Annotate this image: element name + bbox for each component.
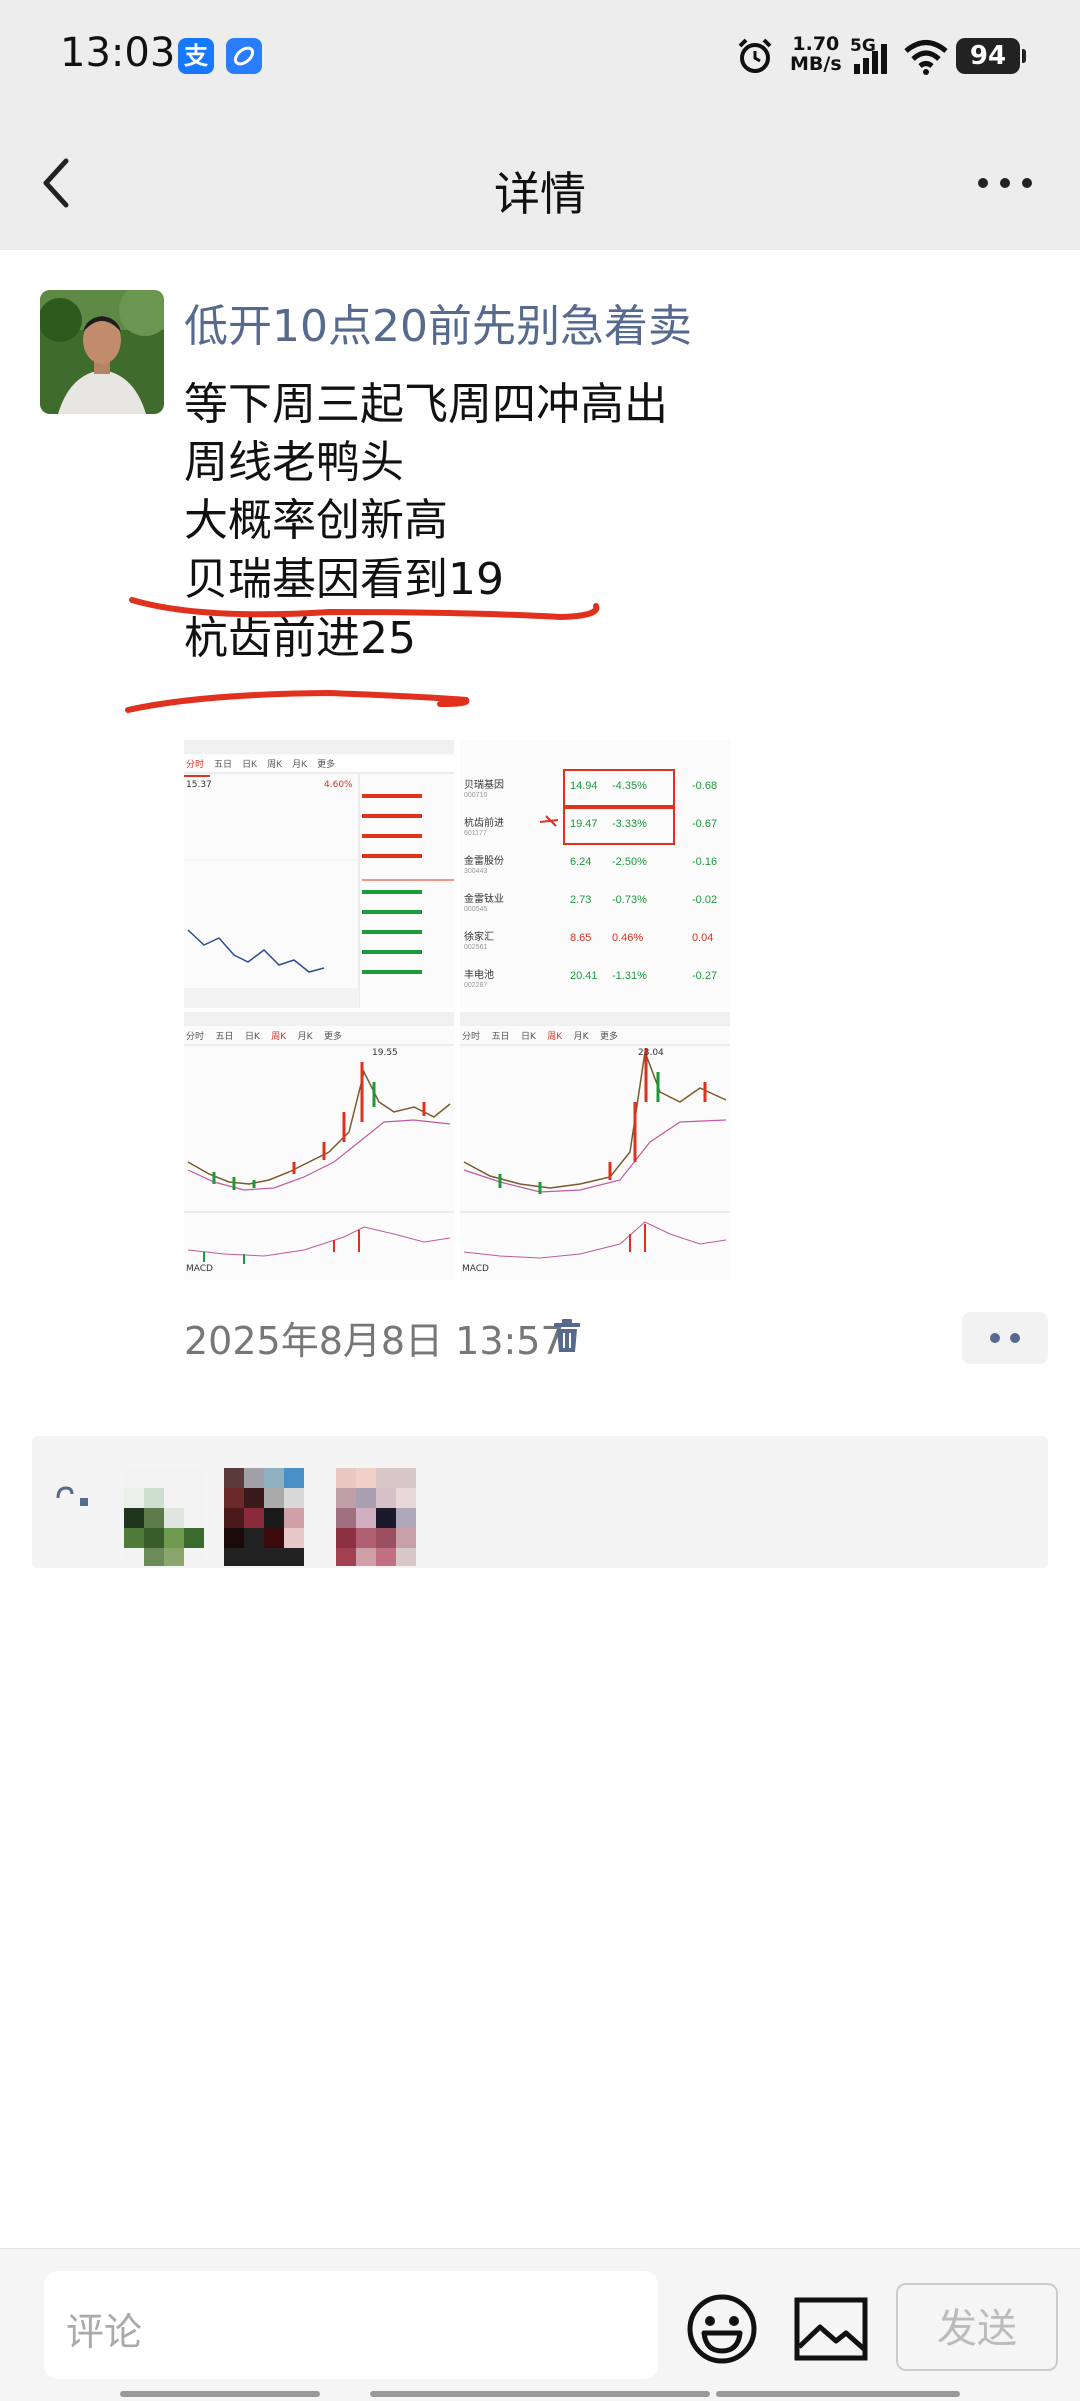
post-text-line: 大概率创新高 bbox=[184, 495, 448, 546]
stock-change: -2.50% bbox=[612, 856, 647, 868]
signal-icon bbox=[854, 44, 887, 74]
top-bar: 13:03 支 1.70 MB/s 5G 94 详情 bbox=[0, 0, 1080, 250]
chart-indicator: MACD bbox=[462, 1264, 489, 1274]
avatar[interactable] bbox=[40, 290, 164, 414]
stock-row: 金雷钛业 000545 2.73 -0.73% -0.02 bbox=[460, 888, 730, 924]
chart-indicator: MACD bbox=[186, 1264, 213, 1274]
stock-code: 000710 bbox=[464, 792, 488, 799]
chart-change: 4.60% bbox=[324, 780, 353, 790]
stock-price: 8.65 bbox=[570, 932, 592, 944]
post-timestamp: 2025年8月8日 13:57 bbox=[184, 1319, 565, 1363]
stock-price: 20.41 bbox=[570, 970, 598, 982]
chart-price: 15.37 bbox=[186, 780, 212, 790]
post-actions-button[interactable] bbox=[962, 1312, 1048, 1364]
post-text-line: 杭齿前进25 bbox=[184, 613, 416, 664]
liker-avatar[interactable] bbox=[124, 1468, 204, 1566]
liker-avatar[interactable] bbox=[336, 1468, 416, 1566]
stock-extra: -0.67 bbox=[692, 818, 718, 830]
stock-row: 徐家汇 002561 8.65 0.46% 0.04 bbox=[460, 926, 730, 962]
alipay-icon: 支 bbox=[178, 38, 214, 74]
stock-price: 19.47 bbox=[570, 818, 598, 830]
stock-change: -3.33% bbox=[612, 818, 647, 830]
stock-change: -4.35% bbox=[612, 780, 647, 792]
image-icon[interactable] bbox=[794, 2297, 868, 2361]
chart-tabs: 分时 五日 日K 周K 月K 更多 bbox=[186, 1032, 343, 1042]
stock-code: 000545 bbox=[464, 906, 488, 913]
chart-high: 19.55 bbox=[372, 1048, 398, 1058]
post-text-line: 周线老鸭头 bbox=[184, 437, 404, 488]
stock-name: 丰电池 bbox=[464, 970, 494, 981]
stock-name: 杭齿前进 bbox=[464, 818, 504, 829]
chart-tabs: 分时 五日 日K 周K 月K 更多 bbox=[186, 759, 336, 769]
post-photo[interactable]: 贝瑞基因 000710 14.94 -4.35% -0.68 杭齿前进 601177 19.4… bbox=[460, 740, 730, 1008]
post-photo[interactable]: 分时 五日 日K 周K 月K 更多 19.55 MACD bbox=[184, 1012, 454, 1280]
gesture-bar bbox=[120, 2391, 320, 2397]
stock-name: 金雷股份 bbox=[464, 856, 504, 867]
comment-bar: 评论 发送 bbox=[0, 2248, 1080, 2401]
comment-input[interactable]: 评论 bbox=[44, 2271, 658, 2379]
post-text-line: 贝瑞基因看到19 bbox=[184, 554, 504, 605]
more-options-icon[interactable] bbox=[975, 173, 1035, 193]
nav-header: 详情 bbox=[0, 115, 1080, 250]
gesture-bar bbox=[716, 2391, 960, 2397]
stock-change: 0.46% bbox=[612, 932, 644, 944]
send-button[interactable]: 发送 bbox=[896, 2283, 1058, 2371]
stock-price: 14.94 bbox=[570, 780, 598, 792]
stock-extra: -0.16 bbox=[692, 856, 718, 868]
stock-price: 6.24 bbox=[570, 856, 592, 868]
stock-extra: -0.02 bbox=[692, 894, 718, 906]
wifi-icon bbox=[904, 40, 948, 75]
status-bar: 13:03 支 1.70 MB/s 5G 94 bbox=[0, 0, 1080, 115]
stock-name: 贝瑞基因 bbox=[464, 780, 504, 791]
post-photo[interactable]: 分时 五日 日K 周K 月K 更多 15.37 4.60% bbox=[184, 740, 454, 1008]
stock-change: -1.31% bbox=[612, 970, 647, 982]
stock-price: 2.73 bbox=[570, 894, 592, 906]
stock-code: 002561 bbox=[464, 944, 488, 951]
battery-icon: 94 bbox=[956, 38, 1026, 74]
likes-panel bbox=[32, 1436, 1048, 1568]
trash-icon[interactable] bbox=[552, 1318, 582, 1354]
heart-icon bbox=[56, 1486, 88, 1506]
post-photos: 分时 五日 日K 周K 月K 更多 15.37 4.60% 贝瑞基因 000710… bbox=[184, 740, 730, 1280]
alarm-icon bbox=[738, 38, 772, 73]
app-icon bbox=[226, 38, 262, 74]
chart-high: 23.04 bbox=[638, 1048, 664, 1058]
stock-row: 金雷股份 300443 6.24 -2.50% -0.16 bbox=[460, 850, 730, 886]
gesture-bar bbox=[370, 2391, 710, 2397]
stock-extra: -0.68 bbox=[692, 780, 718, 792]
stock-code: 300443 bbox=[464, 868, 488, 875]
liker-avatar[interactable] bbox=[224, 1468, 304, 1566]
stock-row: 贝瑞基因 000710 14.94 -4.35% -0.68 bbox=[460, 774, 730, 810]
post-photo[interactable]: 分时 五日 日K 周K 月K 更多 23.04 MACD bbox=[460, 1012, 730, 1280]
page-title: 详情 bbox=[494, 167, 586, 221]
emoji-icon[interactable] bbox=[686, 2293, 758, 2365]
stock-row: 丰电池 002287 20.41 -1.31% -0.27 bbox=[460, 964, 730, 1000]
chart-tabs: 分时 五日 日K 周K 月K 更多 bbox=[462, 1032, 619, 1042]
stock-code: 002287 bbox=[464, 982, 488, 989]
status-time: 13:03 bbox=[60, 30, 176, 76]
stock-extra: 0.04 bbox=[692, 932, 714, 944]
stock-change: -0.73% bbox=[612, 894, 647, 906]
stock-name: 金雷钛业 bbox=[464, 894, 504, 905]
stock-row: 杭齿前进 601177 19.47 -3.33% -0.67 bbox=[460, 812, 730, 848]
post-username[interactable]: 低开10点20前先别急着卖 bbox=[184, 290, 692, 354]
stock-name: 徐家汇 bbox=[464, 932, 494, 943]
post-text-line: 等下周三起飞周四冲高出 bbox=[184, 379, 668, 430]
net-speed: 1.70 MB/s bbox=[790, 33, 842, 75]
stock-extra: -0.27 bbox=[692, 970, 718, 982]
stock-code: 601177 bbox=[464, 830, 487, 837]
